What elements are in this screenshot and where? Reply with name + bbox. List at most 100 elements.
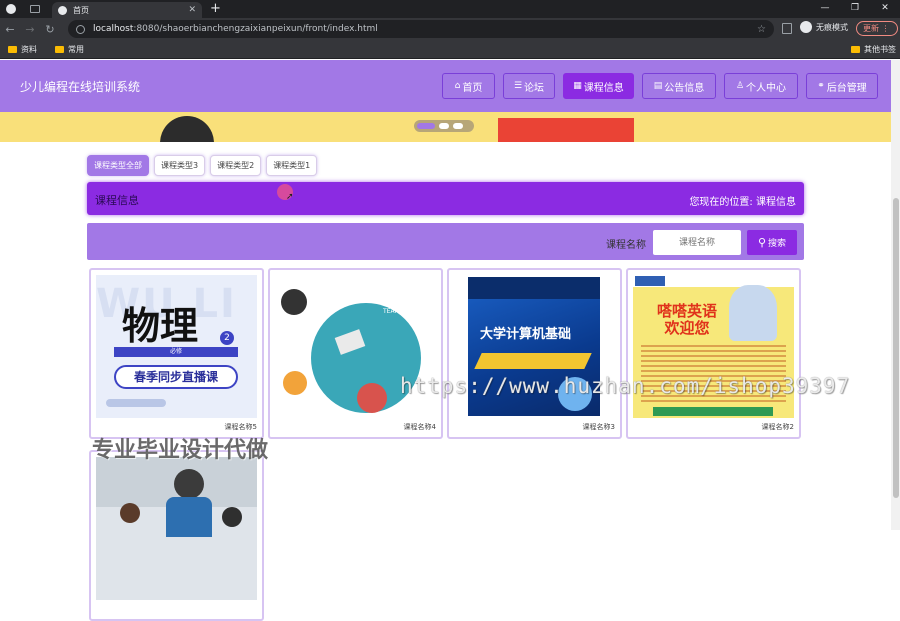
page-scrollbar[interactable] (891, 60, 900, 530)
url-path: :8080/shaoerbianchengzaixianpeixun/front… (133, 24, 378, 34)
new-tab-icon[interactable]: + (210, 1, 221, 16)
folder-icon (55, 45, 64, 53)
nav-label: 课程信息 (583, 82, 624, 94)
cover-decoration (283, 371, 307, 395)
nav-home-button[interactable]: ⌂ 首页 (442, 73, 495, 99)
course-name: 课程名称3 (582, 423, 615, 431)
nav-label: 后台管理 (826, 82, 867, 94)
banner-carousel[interactable] (0, 112, 900, 142)
nav-label: 论坛 (524, 82, 545, 94)
type-tab-3[interactable]: 课程类型3 (154, 155, 206, 176)
incognito-icon (800, 21, 812, 33)
carousel-dot[interactable] (453, 123, 463, 129)
browser-tab[interactable]: 首页 ✕ (52, 2, 202, 18)
course-name: 课程名称5 (224, 423, 257, 431)
cover-text-line: TEAM (383, 308, 400, 315)
cover-text-line: CREATIVE (383, 301, 413, 308)
search-input[interactable] (653, 230, 741, 255)
forum-icon: ☰ (513, 81, 523, 91)
cover-text: CREATIVE TEAM (383, 301, 412, 315)
nav-label: 个人中心 (746, 82, 787, 94)
folder-icon (8, 45, 17, 53)
course-card[interactable]: 大学计算机基础 课程名称3 (447, 268, 622, 439)
bookmarks-bar: 资料 常用 其他书签 (0, 40, 900, 59)
tab-close-icon[interactable]: ✕ (188, 5, 196, 15)
course-type-tabs: 课程类型全部 课程类型3 课程类型2 课程类型1 (87, 155, 322, 176)
scrollbar-thumb[interactable] (893, 198, 899, 498)
cover-decoration (468, 277, 600, 299)
search-button[interactable]: ⚲ 搜索 (747, 230, 797, 255)
course-card[interactable]: WU LI 物理 2 必修 春季同步直播课 课程名称5 (89, 268, 264, 439)
banner-image-shape (498, 118, 634, 142)
type-tab-1[interactable]: 课程类型1 (266, 155, 318, 176)
window-menu-icon[interactable] (6, 4, 16, 14)
breadcrumb: 您现在的位置: 课程信息 (689, 197, 796, 208)
side-panel-icon[interactable] (782, 23, 792, 34)
site-header: 少儿编程在线培训系统 ⌂ 首页 ☰ 论坛 ▦ 课程信息 ▤ 公告信息 ♙ 个人中心 ⚭ 后台… (0, 60, 900, 112)
close-window-icon[interactable]: ✕ (870, 0, 900, 18)
bookmark-star-icon[interactable]: ☆ (757, 24, 766, 35)
nav-notice-button[interactable]: ▤ 公告信息 (642, 73, 716, 99)
type-tab-all[interactable]: 课程类型全部 (87, 155, 149, 176)
update-button[interactable]: 更新 ⋮ (856, 21, 898, 36)
forward-icon[interactable]: → (20, 23, 40, 36)
cover-text: 春季同步直播课 (114, 365, 238, 389)
course-card[interactable]: 嗒嗒英语 欢迎您 课程名称2 (626, 268, 801, 439)
banner-image-shape (160, 116, 214, 142)
cover-decoration (174, 469, 204, 499)
back-icon[interactable]: ← (0, 23, 20, 36)
cover-text: 嗒嗒英语 欢迎您 (647, 303, 727, 337)
incognito-indicator[interactable]: 无痕模式 (800, 21, 848, 33)
cover-text: 物理 (122, 303, 199, 348)
nav-admin-button[interactable]: ⚭ 后台管理 (806, 73, 878, 99)
update-label: 更新 (863, 24, 879, 33)
course-card[interactable] (89, 450, 264, 621)
minimize-icon[interactable]: — (810, 0, 840, 18)
bookmark-folder[interactable]: 常用 (55, 44, 84, 55)
address-url: localhost:8080/shaoerbianchengzaixianpei… (93, 24, 378, 34)
site-title: 少儿编程在线培训系统 (20, 80, 141, 94)
section-header: 课程信息 您现在的位置: 课程信息 (87, 182, 804, 215)
course-cover-image: WU LI 物理 2 必修 春季同步直播课 (96, 275, 257, 418)
other-bookmarks[interactable]: 其他书签 (851, 44, 896, 55)
cover-logo (635, 276, 665, 286)
restore-icon[interactable]: ❐ (840, 0, 870, 18)
cover-decoration (281, 289, 307, 315)
home-icon: ⌂ (454, 81, 461, 91)
nav-forum-button[interactable]: ☰ 论坛 (503, 73, 555, 99)
carousel-dot[interactable] (439, 123, 449, 129)
type-tab-2[interactable]: 课程类型2 (210, 155, 262, 176)
carousel-dot[interactable] (417, 123, 435, 129)
cover-decoration (222, 507, 242, 527)
url-host: localhost (93, 24, 134, 34)
bookmark-folder[interactable]: 资料 (8, 44, 37, 55)
carousel-indicators (414, 120, 474, 132)
cover-decoration (166, 497, 212, 537)
search-label: 课程名称 (606, 240, 646, 251)
cover-decoration (357, 383, 387, 413)
cover-decoration (474, 353, 592, 369)
notice-icon: ▤ (653, 81, 663, 91)
tab-title: 首页 (73, 5, 89, 15)
nav-course-button[interactable]: ▦ 课程信息 (563, 73, 634, 99)
course-cover-image (96, 457, 257, 600)
cover-decoration (106, 399, 166, 407)
user-icon: ♙ (735, 81, 745, 91)
course-name: 课程名称2 (761, 423, 794, 431)
search-button-label: 搜索 (768, 239, 787, 249)
nav-profile-button[interactable]: ♙ 个人中心 (724, 73, 798, 99)
tab-search-icon[interactable] (30, 5, 40, 13)
cover-decoration (729, 285, 777, 341)
cover-text-line: 嗒嗒英语 (656, 302, 717, 320)
browser-toolbar: ← → ↻ localhost:8080/shaoerbianchengzaix… (0, 18, 900, 40)
address-bar[interactable]: localhost:8080/shaoerbianchengzaixianpei… (68, 20, 774, 38)
search-icon: ⚲ (757, 236, 767, 249)
grid-icon: ▦ (573, 81, 582, 91)
search-bar: 课程名称 ⚲搜索 (87, 223, 804, 260)
reload-icon[interactable]: ↻ (40, 23, 60, 36)
browser-tab-strip: 首页 ✕ + — ❐ ✕ (0, 0, 900, 18)
link-icon: ⚭ (817, 81, 825, 91)
site-info-icon[interactable] (76, 24, 85, 34)
cover-text-line: 欢迎您 (664, 319, 710, 337)
course-card[interactable]: CREATIVE TEAM 课程名称4 (268, 268, 443, 439)
